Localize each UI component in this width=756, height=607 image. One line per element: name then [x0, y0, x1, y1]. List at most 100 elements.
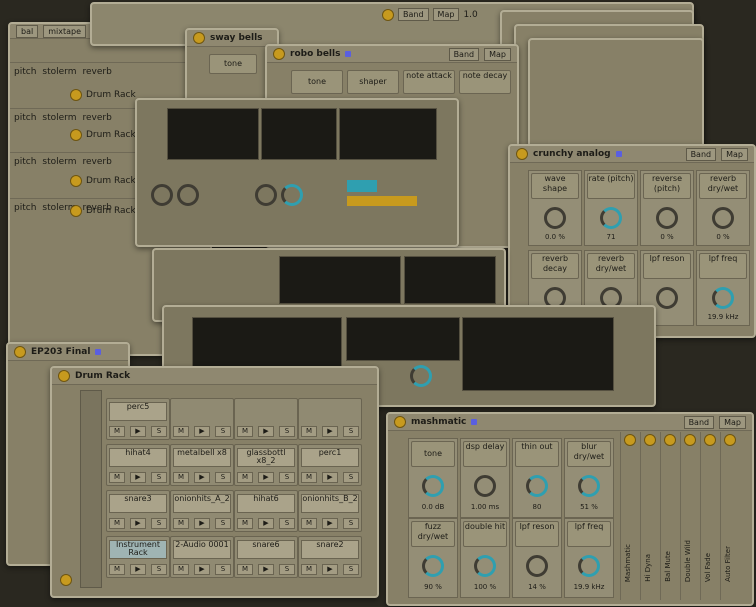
drum-pad-3-0-solo[interactable]: S — [151, 564, 167, 575]
drum-pad-3-2[interactable]: snare6 M ▶ S — [234, 536, 298, 578]
drum-pad-3-3-mute[interactable]: M — [301, 564, 317, 575]
drum-rack-pad-overview[interactable] — [80, 390, 102, 588]
drum-pad-0-0-solo[interactable]: S — [151, 426, 167, 437]
drum-pad-0-0-mute[interactable]: M — [109, 426, 125, 437]
mash-knob-3[interactable] — [578, 475, 600, 497]
drum-pad-0-0-play[interactable]: ▶ — [130, 426, 146, 437]
mash-chain-3-dot-icon[interactable] — [684, 434, 696, 446]
synth-range-display[interactable] — [347, 180, 377, 192]
drum-pad-0-0[interactable]: perc5 M ▶ S — [106, 398, 170, 440]
drum-pad-2-3-solo[interactable]: S — [343, 518, 359, 529]
crunchy-knob-2[interactable] — [656, 207, 678, 229]
mash-chain-0-dot-icon[interactable] — [624, 434, 636, 446]
synth-highlight-bar[interactable] — [347, 196, 417, 206]
mash-knob-4[interactable] — [422, 555, 444, 577]
mash-chain-3[interactable]: Double Wild — [680, 432, 699, 600]
mashmatic-dot-icon[interactable] — [394, 416, 406, 428]
drum-pad-2-0-play[interactable]: ▶ — [130, 518, 146, 529]
mash-knob-5[interactable] — [474, 555, 496, 577]
drum-pad-0-2-mute[interactable]: M — [237, 426, 253, 437]
drum-pad-1-3-mute[interactable]: M — [301, 472, 317, 483]
drum-pad-2-0-mute[interactable]: M — [109, 518, 125, 529]
robo-tab-3[interactable]: note decay — [459, 70, 511, 94]
mash-chain-1[interactable]: Hi Dyna — [640, 432, 659, 600]
mash-chain-2[interactable]: Bal Mute — [660, 432, 679, 600]
drum-pad-3-1-play[interactable]: ▶ — [194, 564, 210, 575]
mash-chain-1-dot-icon[interactable] — [644, 434, 656, 446]
mash-knob-1[interactable] — [474, 475, 496, 497]
drum-pad-2-0-solo[interactable]: S — [151, 518, 167, 529]
drum-pad-0-1-mute[interactable]: M — [173, 426, 189, 437]
back-col-head-0[interactable]: bal — [16, 24, 39, 38]
mashmatic-band-button[interactable]: Band — [683, 415, 715, 429]
drum-rack-bottom-dot-icon[interactable] — [60, 574, 72, 586]
drum-pad-1-1-solo[interactable]: S — [215, 472, 231, 483]
drum-pad-1-1-mute[interactable]: M — [173, 472, 189, 483]
robo-hotswap-icon[interactable] — [345, 51, 352, 57]
drum-pad-1-3-play[interactable]: ▶ — [322, 472, 338, 483]
drum-pad-2-3-play[interactable]: ▶ — [322, 518, 338, 529]
drum-pad-1-0[interactable]: hihat4 M ▶ S — [106, 444, 170, 486]
drum-pad-2-1-mute[interactable]: M — [173, 518, 189, 529]
drum-pad-2-2-mute[interactable]: M — [237, 518, 253, 529]
drum-pad-2-1-play[interactable]: ▶ — [194, 518, 210, 529]
back-row-0-dot-icon[interactable] — [70, 89, 82, 101]
drum-pad-1-0-mute[interactable]: M — [109, 472, 125, 483]
drum-pad-0-2-solo[interactable]: S — [279, 426, 295, 437]
drum-pad-3-1-solo[interactable]: S — [215, 564, 231, 575]
back-row-1-dot-icon[interactable] — [70, 129, 82, 141]
back-col-head-1[interactable]: mixtape — [43, 24, 86, 38]
drum-pad-3-1[interactable]: 2-Audio 0001 M ▶ S — [170, 536, 234, 578]
drum-pad-2-2[interactable]: hihat6 M ▶ S — [234, 490, 298, 532]
drum-pad-1-2-mute[interactable]: M — [237, 472, 253, 483]
mash-knob-7[interactable] — [578, 555, 600, 577]
robo-band-button[interactable]: Band — [448, 47, 480, 61]
crunchy-band-button[interactable]: Band — [685, 147, 717, 161]
top-strip-band-button[interactable]: Band — [398, 8, 429, 21]
mash-chain-4-dot-icon[interactable] — [704, 434, 716, 446]
drum-pad-0-3-solo[interactable]: S — [343, 426, 359, 437]
mashmatic-map-button[interactable]: Map — [719, 415, 746, 429]
drum-pad-1-1[interactable]: metalbell x8 M ▶ S — [170, 444, 234, 486]
mash-knob-2[interactable] — [526, 475, 548, 497]
drum-pad-3-2-play[interactable]: ▶ — [258, 564, 274, 575]
crunchy-knob-1[interactable] — [600, 207, 622, 229]
drum-pad-2-3-mute[interactable]: M — [301, 518, 317, 529]
drum-pad-3-1-mute[interactable]: M — [173, 564, 189, 575]
drum-pad-3-3-solo[interactable]: S — [343, 564, 359, 575]
mash-chain-5-dot-icon[interactable] — [724, 434, 736, 446]
drum-pad-0-2-play[interactable]: ▶ — [258, 426, 274, 437]
drum-pad-1-1-play[interactable]: ▶ — [194, 472, 210, 483]
robo-tab-0[interactable]: tone — [291, 70, 343, 94]
drum-pad-2-3[interactable]: onionhits_B_2 M ▶ S — [298, 490, 362, 532]
sway-dot-icon[interactable] — [193, 32, 205, 44]
drum-pad-1-0-solo[interactable]: S — [151, 472, 167, 483]
simpler-knob[interactable] — [410, 365, 432, 387]
crunchy-dot-icon[interactable] — [516, 148, 528, 160]
drum-pad-0-3-mute[interactable]: M — [301, 426, 317, 437]
back-row-3-dot-icon[interactable] — [70, 205, 82, 217]
synth-knob-2[interactable] — [255, 184, 277, 206]
drum-pad-0-1-solo[interactable]: S — [215, 426, 231, 437]
drum-pad-3-2-solo[interactable]: S — [279, 564, 295, 575]
synth-knob-1[interactable] — [177, 184, 199, 206]
mash-knob-6[interactable] — [526, 555, 548, 577]
robo-map-button[interactable]: Map — [484, 47, 511, 61]
crunchy-knob-6[interactable] — [656, 287, 678, 309]
drum-pad-3-3[interactable]: snare2 M ▶ S — [298, 536, 362, 578]
drum-pad-1-3-solo[interactable]: S — [343, 472, 359, 483]
drum-pad-0-3[interactable]: M ▶ S — [298, 398, 362, 440]
drum-pad-3-0-play[interactable]: ▶ — [130, 564, 146, 575]
drum-pad-1-0-play[interactable]: ▶ — [130, 472, 146, 483]
drum-pad-1-2[interactable]: glassbottl x8_2 M ▶ S — [234, 444, 298, 486]
drum-pad-0-1[interactable]: M ▶ S — [170, 398, 234, 440]
drum-pad-2-2-play[interactable]: ▶ — [258, 518, 274, 529]
robo-tab-1[interactable]: shaper — [347, 70, 399, 94]
ep203-hotswap-icon[interactable] — [95, 349, 102, 355]
mash-chain-2-dot-icon[interactable] — [664, 434, 676, 446]
drum-pad-3-0[interactable]: Instrument Rack M ▶ S — [106, 536, 170, 578]
drum-pad-1-2-play[interactable]: ▶ — [258, 472, 274, 483]
crunchy-knob-0[interactable] — [544, 207, 566, 229]
drum-pad-2-2-solo[interactable]: S — [279, 518, 295, 529]
synth-knob-0[interactable] — [151, 184, 173, 206]
